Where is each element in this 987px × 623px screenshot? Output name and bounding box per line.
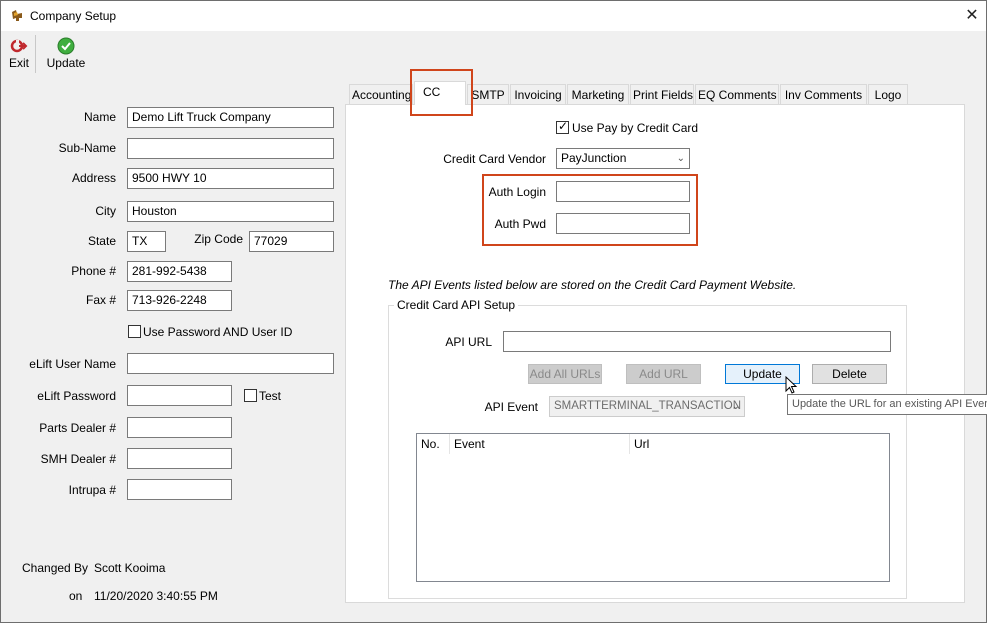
api-event-label: API Event	[484, 400, 538, 414]
city-label: City	[95, 204, 116, 218]
update-tooltip: Update the URL for an existing API Even	[787, 394, 987, 415]
fax-field[interactable]: 713-926-2248	[127, 290, 232, 311]
test-checkbox[interactable]	[244, 389, 257, 402]
intrupa-field[interactable]	[127, 479, 232, 500]
column-header-no[interactable]: No.	[417, 434, 450, 454]
auth-pwd-label: Auth Pwd	[494, 217, 546, 231]
zip-field[interactable]: 77029	[249, 231, 334, 252]
tab-accounting[interactable]: Accounting	[349, 84, 413, 104]
smh-dealer-field[interactable]	[127, 448, 232, 469]
use-password-checkbox[interactable]	[128, 325, 141, 338]
test-label: Test	[259, 389, 282, 403]
api-event-value: SMARTTERMINAL_TRANSACTION	[554, 400, 742, 412]
tab-logo[interactable]: Logo	[868, 84, 908, 104]
changed-by-value: Scott Kooima	[94, 561, 166, 575]
column-header-url[interactable]: Url	[630, 434, 890, 454]
cc-vendor-label: Credit Card Vendor	[443, 152, 546, 166]
tab-marketing[interactable]: Marketing	[567, 84, 629, 104]
update-toolbar-button[interactable]: Update	[43, 35, 89, 75]
tab-smtp[interactable]: SMTP	[467, 84, 509, 104]
toolbar-separator	[35, 35, 36, 73]
company-setup-window: Company Setup ✕ Exit Update Name Demo Li…	[0, 0, 987, 623]
elift-user-label: eLift User Name	[29, 357, 116, 371]
elift-user-field[interactable]	[127, 353, 334, 374]
truck-logo-icon	[12, 10, 22, 21]
exit-icon	[10, 39, 28, 53]
api-url-label: API URL	[445, 335, 492, 349]
tab-invoicing[interactable]: Invoicing	[510, 84, 566, 104]
use-pay-by-cc-checkbox[interactable]	[556, 119, 569, 134]
changed-on-label: on	[69, 589, 83, 603]
tab-inv-comments[interactable]: Inv Comments	[780, 84, 867, 104]
phone-field[interactable]: 281-992-5438	[127, 261, 232, 282]
name-label: Name	[83, 110, 116, 124]
zip-label: Zip Code	[194, 232, 243, 246]
green-check-icon	[57, 37, 75, 55]
intrupa-label: Intrupa #	[68, 483, 116, 497]
state-field[interactable]: TX	[127, 231, 166, 252]
api-events-note: The API Events listed below are stored o…	[388, 278, 797, 292]
close-icon: ✕	[965, 7, 979, 24]
chevron-down-icon: ⌄	[731, 401, 740, 412]
use-password-label: Use Password AND User ID	[143, 325, 293, 339]
sub-name-label: Sub-Name	[58, 141, 116, 155]
auth-login-label: Auth Login	[488, 185, 546, 199]
exit-button[interactable]: Exit	[5, 35, 33, 75]
add-all-urls-button[interactable]: Add All URLs	[528, 364, 602, 384]
close-button[interactable]: ✕	[956, 1, 987, 31]
column-header-event[interactable]: Event	[450, 434, 630, 454]
delete-url-button[interactable]: Delete	[812, 364, 887, 384]
api-url-field[interactable]	[503, 331, 891, 352]
phone-label: Phone #	[71, 264, 116, 278]
fax-label: Fax #	[85, 293, 116, 307]
mouse-cursor-icon	[785, 376, 798, 394]
auth-pwd-field[interactable]	[556, 213, 690, 234]
parts-dealer-label: Parts Dealer #	[39, 421, 116, 435]
window-title: Company Setup	[30, 9, 117, 23]
title-bar: Company Setup ✕	[1, 1, 986, 31]
elift-password-field[interactable]	[127, 385, 232, 406]
name-field[interactable]: Demo Lift Truck Company	[127, 107, 334, 128]
cc-vendor-value: PayJunction	[561, 151, 627, 165]
city-field[interactable]: Houston	[127, 201, 334, 222]
elift-password-label: eLift Password	[37, 389, 116, 403]
address-label: Address	[71, 171, 116, 185]
changed-by-label: Changed By	[22, 561, 89, 575]
add-url-button[interactable]: Add URL	[626, 364, 701, 384]
chevron-down-icon: ⌄	[676, 153, 685, 164]
cc-tab-highlight	[410, 69, 473, 116]
tab-eq-comments[interactable]: EQ Comments	[695, 84, 779, 104]
changed-on-value: 11/20/2020 3:40:55 PM	[94, 589, 218, 603]
state-label: State	[87, 234, 116, 248]
cc-vendor-select[interactable]: PayJunction ⌄	[556, 148, 690, 169]
smh-dealer-label: SMH Dealer #	[40, 452, 116, 466]
use-pay-by-cc-label: Use Pay by Credit Card	[572, 121, 699, 135]
api-events-list[interactable]: No. Event Url	[416, 433, 890, 582]
exit-label: Exit	[8, 56, 29, 70]
tab-print-fields[interactable]: Print Fields	[630, 84, 694, 104]
cc-api-setup-title: Credit Card API Setup	[394, 298, 519, 312]
api-event-select[interactable]: SMARTTERMINAL_TRANSACTION ⌄	[549, 396, 745, 417]
auth-login-field[interactable]	[556, 181, 690, 202]
sub-name-field[interactable]	[127, 138, 334, 159]
update-toolbar-label: Update	[46, 56, 86, 70]
parts-dealer-field[interactable]	[127, 417, 232, 438]
address-field[interactable]: 9500 HWY 10	[127, 168, 334, 189]
